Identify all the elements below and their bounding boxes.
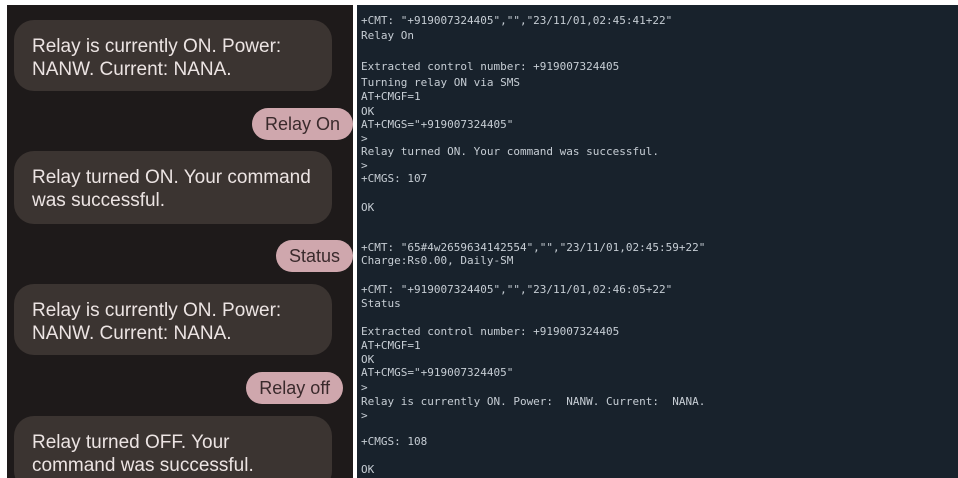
terminal-line: +CMGS: 107: [361, 172, 428, 185]
terminal-line: AT+CMGF=1: [361, 339, 421, 352]
terminal-line: >: [361, 132, 368, 145]
message-text: Relay off: [259, 378, 330, 398]
message-text: Relay is currently ON. Power: NANW. Curr…: [32, 300, 282, 344]
terminal-line: OK: [361, 201, 375, 214]
terminal-line: AT+CMGS="+919007324405": [361, 118, 514, 131]
incoming-message: Relay is currently ON. Power: NANW. Curr…: [14, 20, 332, 91]
incoming-message: Relay is currently ON. Power: NANW. Curr…: [14, 284, 332, 355]
terminal-line: Status: [361, 297, 401, 310]
terminal-line: AT+CMGS="+919007324405": [361, 366, 514, 379]
terminal-line: Extracted control number: +919007324405: [361, 60, 620, 73]
outgoing-message: Relay off: [246, 372, 343, 404]
incoming-message: Relay turned OFF. Your command was succe…: [14, 416, 332, 478]
terminal-line: Relay is currently ON. Power: NANW. Curr…: [361, 395, 706, 408]
terminal-line: AT+CMGF=1: [361, 90, 421, 103]
message-text: Relay On: [264, 114, 340, 134]
incoming-message: Relay turned ON. Your command was succes…: [14, 151, 332, 224]
sms-chat-pane: Relay is currently ON. Power: NANW. Curr…: [7, 5, 353, 478]
terminal-line: Relay On: [361, 29, 414, 42]
terminal-line: Turning relay ON via SMS: [361, 76, 520, 89]
terminal-line: OK: [361, 353, 375, 366]
terminal-line: +CMT: "65#4w2659634142554","","23/11/01,…: [361, 241, 706, 254]
terminal-line: Extracted control number: +919007324405: [361, 325, 620, 338]
message-text: Relay turned OFF. Your command was succe…: [32, 432, 254, 476]
terminal-line: +CMT: "+919007324405","","23/11/01,02:46…: [361, 283, 673, 296]
outgoing-message: Status: [275, 240, 353, 272]
message-text: Relay is currently ON. Power: NANW. Curr…: [32, 36, 282, 80]
terminal-line: Charge:Rs0.00, Daily-SM: [361, 254, 514, 267]
terminal-line: +CMT: "+919007324405","","23/11/01,02:45…: [361, 14, 673, 27]
terminal-line: +CMGS: 108: [361, 435, 428, 448]
message-text: Relay turned ON. Your command was succes…: [32, 167, 311, 211]
terminal-line: >: [361, 381, 368, 394]
message-text: Status: [288, 246, 340, 266]
outgoing-message: Relay On: [251, 108, 353, 140]
terminal-line: >: [361, 409, 368, 422]
terminal-line: OK: [361, 105, 375, 118]
terminal-line: OK: [361, 463, 375, 476]
serial-monitor-pane: +CMT: "+919007324405","","23/11/01,02:45…: [357, 5, 958, 478]
terminal-line: Relay turned ON. Your command was succes…: [361, 145, 660, 158]
terminal-line: >: [361, 159, 368, 172]
